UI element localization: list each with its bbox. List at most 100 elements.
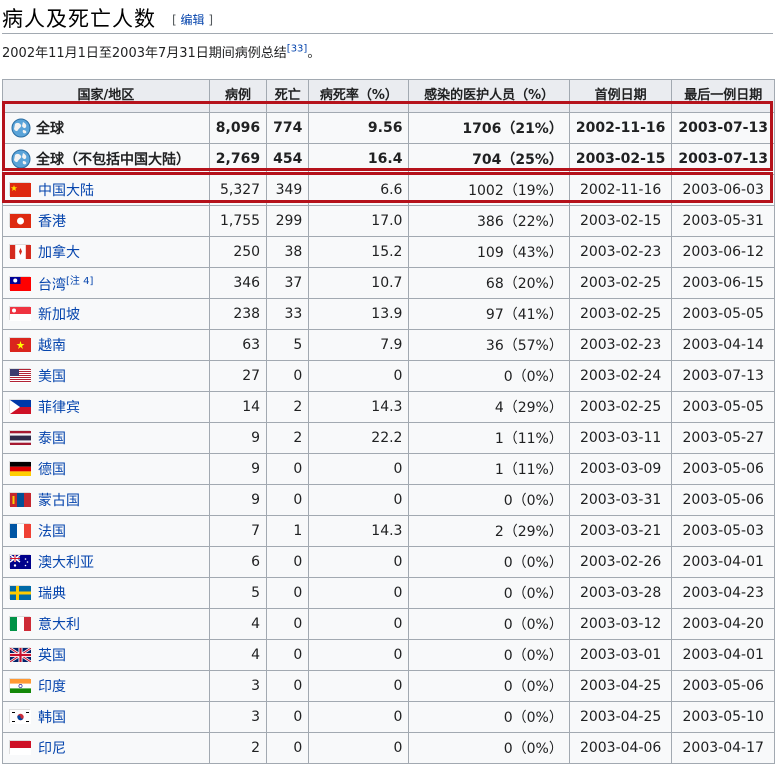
fatality-rate-cell: 14.3 (308, 515, 410, 547)
deaths-cell: 5 (266, 329, 310, 361)
cases-cell: 3 (208, 701, 268, 733)
fatality-rate-cell: 9.56 (308, 112, 410, 144)
cases-cell: 238 (208, 298, 268, 330)
table-row: 蒙古国 9 0 0 0（0%） 2003-03-31 2003-05-06 (2, 484, 775, 516)
last-case-date-cell: 2003-07-13 (671, 360, 775, 392)
table-row: 美国 27 0 0 0（0%） 2003-02-24 2003-07-13 (2, 360, 775, 392)
table-row: 台湾[注 4] 346 37 10.7 68（20%） 2003-02-25 2003-06… (2, 267, 775, 299)
last-case-date-cell: 2003-07-13 (671, 143, 775, 175)
fatality-rate-cell: 0 (308, 701, 410, 733)
table-row: 新加坡 238 33 13.9 97（41%） 2003-02-25 2003-05-05 (2, 298, 775, 330)
country-link[interactable]: 英国 (38, 648, 66, 664)
last-case-date-cell: 2003-05-06 (671, 484, 775, 516)
col-header-fatality[interactable]: 病死率（%） (308, 79, 410, 113)
country-link[interactable]: 法国 (38, 524, 66, 540)
table-row: 全球（不包括中国大陆） 2,769 454 16.4 704（25%） 2003-02-1… (2, 143, 775, 175)
healthcare-workers-cell: 0（0%） (408, 732, 570, 764)
deaths-cell: 0 (266, 608, 310, 640)
fatality-rate-cell: 15.2 (308, 236, 410, 268)
country-link[interactable]: 澳大利亚 (38, 555, 94, 571)
deaths-cell: 0 (266, 701, 310, 733)
healthcare-workers-cell: 0（0%） (408, 608, 570, 640)
healthcare-workers-cell: 109（43%） (408, 236, 570, 268)
country-link[interactable]: 韩国 (38, 710, 66, 726)
first-case-date-cell: 2003-04-25 (568, 670, 673, 702)
first-case-date-cell: 2003-03-09 (568, 453, 673, 485)
cases-cell: 346 (208, 267, 268, 299)
cases-cell: 5 (208, 577, 268, 609)
first-case-date-cell: 2003-04-25 (568, 701, 673, 733)
country-link[interactable]: 泰国 (38, 431, 66, 447)
deaths-cell: 0 (266, 546, 310, 578)
last-case-date-cell: 2003-06-15 (671, 267, 775, 299)
last-case-date-cell: 2003-04-14 (671, 329, 775, 361)
country-link[interactable]: 蒙古国 (38, 493, 80, 509)
col-header-cases[interactable]: 病例 (208, 79, 268, 113)
country-link[interactable]: 中国大陆 (38, 183, 94, 199)
table-row: 意大利 4 0 0 0（0%） 2003-03-12 2003-04-20 (2, 608, 775, 640)
deaths-cell: 2 (266, 422, 310, 454)
cases-cell: 14 (208, 391, 268, 423)
first-case-date-cell: 2003-02-23 (568, 329, 673, 361)
edit-link[interactable]: 编辑 (181, 13, 205, 27)
first-case-date-cell: 2003-02-24 (568, 360, 673, 392)
last-case-date-cell: 2003-05-05 (671, 298, 775, 330)
cases-cell: 27 (208, 360, 268, 392)
col-header-healthcare[interactable]: 感染的医护人员（%） (408, 79, 570, 113)
last-case-date-cell: 2003-04-01 (671, 546, 775, 578)
cases-cell: 4 (208, 608, 268, 640)
country-cell: 菲律宾 (2, 391, 210, 423)
country-link[interactable]: 菲律宾 (38, 400, 80, 416)
country-link[interactable]: 印度 (38, 679, 66, 695)
country-link[interactable]: 印尼 (38, 741, 66, 757)
deaths-cell: 2 (266, 391, 310, 423)
table-row: 越南 63 5 7.9 36（57%） 2003-02-23 2003-04-14 (2, 329, 775, 361)
country-cell: 中国大陆 (2, 174, 210, 206)
last-case-date-cell: 2003-05-06 (671, 670, 775, 702)
col-header-country[interactable]: 国家/地区 (2, 79, 210, 113)
healthcare-workers-cell: 704（25%） (408, 143, 570, 175)
table-row: 法国 7 1 14.3 2（29%） 2003-03-21 2003-05-03 (2, 515, 775, 547)
flag-singapore-icon (9, 306, 31, 321)
table-row: 菲律宾 14 2 14.3 4（29%） 2003-02-25 2003-05-05 (2, 391, 775, 423)
note-link[interactable]: [注 4] (66, 276, 93, 287)
fatality-rate-cell: 0 (308, 546, 410, 578)
first-case-date-cell: 2003-03-11 (568, 422, 673, 454)
country-link[interactable]: 瑞典 (38, 586, 66, 602)
cases-cell: 1,755 (208, 205, 268, 237)
deaths-cell: 38 (266, 236, 310, 268)
country-link[interactable]: 越南 (38, 338, 66, 354)
deaths-cell: 0 (266, 453, 310, 485)
table-row: 瑞典 5 0 0 0（0%） 2003-03-28 2003-04-23 (2, 577, 775, 609)
cases-cell: 9 (208, 484, 268, 516)
section-heading: 病人及死亡人数 [ 编辑 ] (2, 0, 773, 34)
flag-australia-icon (9, 554, 31, 569)
country-link[interactable]: 台湾 (38, 277, 66, 293)
fatality-rate-cell: 10.7 (308, 267, 410, 299)
fatality-rate-cell: 0 (308, 453, 410, 485)
flag-vietnam-icon (9, 337, 31, 352)
flag-mongolia-icon (9, 492, 31, 507)
fatality-rate-cell: 0 (308, 732, 410, 764)
cases-cell: 5,327 (208, 174, 268, 206)
deaths-cell: 0 (266, 639, 310, 671)
col-header-last-date[interactable]: 最后一例日期 (671, 79, 775, 113)
flag-uk-icon (9, 646, 32, 664)
country-cell: 印尼 (2, 732, 210, 764)
country-link[interactable]: 美国 (38, 369, 66, 385)
country-name: 全球（不包括中国大陆） (36, 152, 190, 168)
col-header-deaths[interactable]: 死亡 (266, 79, 310, 113)
reference-link[interactable]: [33] (287, 44, 308, 55)
country-link[interactable]: 香港 (38, 214, 66, 230)
flag-sweden-icon (9, 585, 31, 600)
globe-icon (11, 149, 31, 169)
country-link[interactable]: 加拿大 (38, 245, 80, 261)
last-case-date-cell: 2003-05-31 (671, 205, 775, 237)
fatality-rate-cell: 6.6 (308, 174, 410, 206)
country-link[interactable]: 德国 (38, 462, 66, 478)
country-link[interactable]: 意大利 (38, 617, 80, 633)
first-case-date-cell: 2003-03-12 (568, 608, 673, 640)
col-header-first-date[interactable]: 首例日期 (568, 79, 673, 113)
country-link[interactable]: 新加坡 (38, 307, 80, 323)
table-row: 印尼 2 0 0 0（0%） 2003-04-06 2003-04-17 (2, 732, 775, 764)
